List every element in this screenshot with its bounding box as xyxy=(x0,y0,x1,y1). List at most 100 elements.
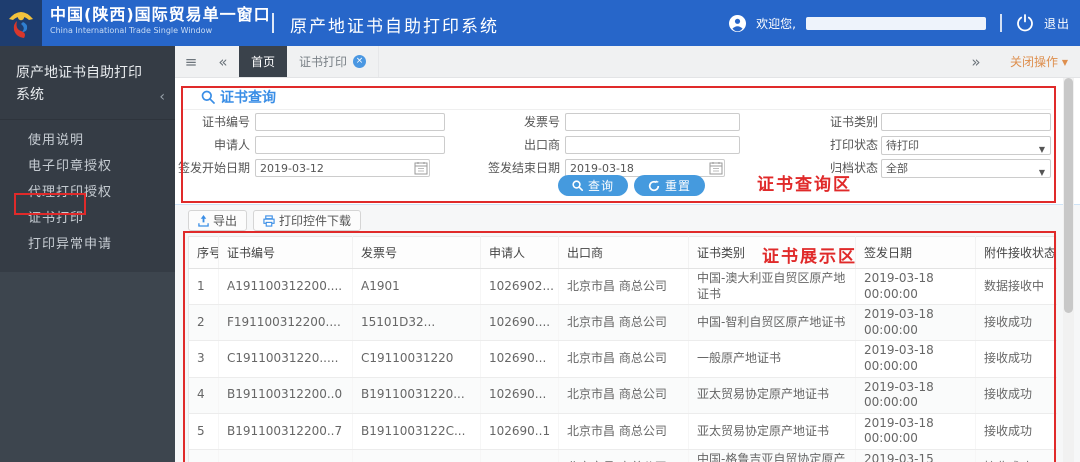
invoice-label: 发票号 xyxy=(523,115,560,129)
tab-bar: ≡ « 首页 证书打印 × » 关闭操作 ▼ xyxy=(175,46,1080,78)
tab-cert-print-label: 证书打印 xyxy=(299,55,348,69)
archive-status-select[interactable]: 全部 ▼ xyxy=(881,159,1051,178)
printer-icon xyxy=(263,214,275,227)
print-status-value: 待打印 xyxy=(886,139,919,152)
tab-home[interactable]: 首页 xyxy=(239,46,288,77)
table-cell: 中国-格鲁吉亚自贸协定原产地证书 xyxy=(688,449,856,462)
print-status-select[interactable]: 待打印 ▼ xyxy=(881,136,1051,155)
table-cell: 1 xyxy=(188,268,219,306)
table-row[interactable]: 3 C19110031220..... C19110031220 102690... 北… xyxy=(188,340,1057,378)
exporter-label: 出口商 xyxy=(523,138,560,152)
single-window-logo-icon xyxy=(9,12,33,38)
welcome-label: 欢迎您, xyxy=(756,16,796,31)
table-row[interactable]: 2 F191100312200.... 15101D32... 102690.... 北… xyxy=(188,304,1057,342)
print-control-download-button[interactable]: 打印控件下载 xyxy=(253,210,362,231)
close-operations-menu[interactable]: 关闭操作 ▼ xyxy=(1010,53,1068,70)
start-date-input[interactable] xyxy=(255,159,430,177)
vertical-scrollbar[interactable] xyxy=(1063,78,1074,462)
scroll-tabs-left-icon[interactable]: « xyxy=(207,46,239,77)
app-logo xyxy=(0,0,42,46)
table-cell: 102690... xyxy=(480,340,559,378)
refresh-icon xyxy=(648,179,660,191)
close-operations-caret-icon: ▼ xyxy=(1061,58,1068,67)
table-cell: 15101D32... xyxy=(352,304,481,342)
archive-status-label: 归档状态 xyxy=(829,161,878,175)
search-button-label: 查询 xyxy=(588,179,615,193)
sidebar-item-eseal-auth[interactable]: 电子印章授权 xyxy=(0,154,175,180)
search-icon xyxy=(201,90,215,104)
power-icon[interactable] xyxy=(1016,14,1034,32)
print-status-label: 打印状态 xyxy=(829,138,878,152)
table-cell: 北京市昌 商总公司 xyxy=(558,413,689,450)
cert-no-input[interactable] xyxy=(255,113,445,131)
print-status-caret-icon: ▼ xyxy=(1038,145,1045,154)
cert-type-label: 证书类别 xyxy=(829,115,878,129)
export-button[interactable]: 导出 xyxy=(188,210,248,231)
table-cell: 接收成功 xyxy=(975,340,1057,378)
table-cell: C19110031220..... xyxy=(218,340,353,378)
table-cell: 接收成功 xyxy=(975,413,1057,450)
brand-subtitle: China International Trade Single Window xyxy=(50,26,213,36)
col-invoice-no: 发票号 xyxy=(352,236,481,269)
table-cell: A1901 xyxy=(352,268,481,306)
header-separator xyxy=(999,14,1002,32)
table-row[interactable]: 6GE1911003122...01GE19110031220..102690.… xyxy=(188,449,1057,462)
header-divider xyxy=(272,13,274,33)
table-cell: 4 xyxy=(188,377,219,414)
table-cell: 3 xyxy=(188,340,219,378)
table-row[interactable]: 1 A191100312200.... A1901 1026902... 北京市昌 商总… xyxy=(188,268,1057,306)
tab-close-icon[interactable]: × xyxy=(353,55,367,68)
table-cell: 2019-03-18 00:00:00 xyxy=(855,340,976,378)
table-toolbar: 导出 打印控件下载 xyxy=(175,205,1080,236)
table-cell: B191100312200..7 xyxy=(218,413,353,450)
sidebar-collapse-icon[interactable]: ‹ xyxy=(159,89,165,105)
table-cell: 亚太贸易协定原产地证书 xyxy=(688,413,856,450)
table-cell: 数据接收中 xyxy=(975,268,1057,306)
table-cell: 2 xyxy=(188,304,219,342)
invoice-input[interactable] xyxy=(565,113,740,131)
table-cell: 北京市昌 商总公司 xyxy=(558,340,689,378)
col-issue-date: 签发日期 xyxy=(855,236,976,269)
start-date-label: 签发开始日期 xyxy=(177,161,250,175)
table-cell: 亚太贸易协定原产地证书 xyxy=(688,377,856,414)
table-row[interactable]: 5 B191100312200..7 B1911003122C... 102690..… xyxy=(188,413,1057,450)
brand-title: 中国(陕西)国际贸易单一窗口 xyxy=(50,5,271,24)
table-body: 1 A191100312200.... A1901 1026902... 北京市昌 商总… xyxy=(188,268,1057,462)
sidebar-item-print-exception[interactable]: 打印异常申请 xyxy=(0,232,175,258)
table-cell: 2019-03-15 00:00:00 xyxy=(855,449,976,462)
calendar-icon[interactable] xyxy=(414,161,428,175)
exporter-input[interactable] xyxy=(565,136,740,154)
applicant-input[interactable] xyxy=(255,136,445,154)
tab-cert-print[interactable]: 证书打印 × xyxy=(287,46,380,77)
calendar-icon[interactable] xyxy=(709,161,723,175)
table-cell: B191100312200..0 xyxy=(218,377,353,414)
scroll-tabs-right-icon[interactable]: » xyxy=(960,53,992,71)
header-user-area: 欢迎您, 退出 xyxy=(729,0,1070,46)
export-button-label: 导出 xyxy=(213,214,238,228)
table-cell: 102690..1 xyxy=(480,413,559,450)
logout-button[interactable]: 退出 xyxy=(1044,15,1070,32)
table-cell: 5 xyxy=(188,413,219,450)
scrollbar-thumb[interactable] xyxy=(1064,78,1073,313)
tab-home-label: 首页 xyxy=(251,55,276,69)
sidebar-item-cert-print[interactable]: 证书打印 xyxy=(0,206,175,232)
table-cell: 中国-澳大利亚自贸区原产地证书 xyxy=(688,268,856,306)
table-cell: 102690.... xyxy=(480,304,559,342)
table-row[interactable]: 4 B191100312200..0 B19110031220... 102690..… xyxy=(188,377,1057,414)
table-cell: 中国-智利自贸区原产地证书 xyxy=(688,304,856,342)
cert-type-input[interactable] xyxy=(881,113,1051,131)
hamburger-icon[interactable]: ≡ xyxy=(175,46,207,77)
close-operations-label: 关闭操作 xyxy=(1010,55,1059,69)
search-button[interactable]: 查询 xyxy=(558,175,629,196)
sidebar-title: 原产地证书自助打印系统 xyxy=(16,65,142,104)
sidebar-item-agent-print-auth[interactable]: 代理打印授权 xyxy=(0,180,175,206)
redacted-username xyxy=(805,16,986,30)
table-cell: 2019-03-18 00:00:00 xyxy=(855,377,976,414)
table-cell: 接收成功 xyxy=(975,304,1057,342)
col-cert-no: 证书编号 xyxy=(218,236,353,269)
table-cell: 2019-03-18 00:00:00 xyxy=(855,413,976,450)
sidebar-item-usage[interactable]: 使用说明 xyxy=(0,128,175,154)
table-cell: 北京市昌 商总公司 xyxy=(558,449,689,462)
reset-button[interactable]: 重置 xyxy=(634,175,706,196)
table-cell: 2019-03-18 00:00:00 xyxy=(855,268,976,306)
